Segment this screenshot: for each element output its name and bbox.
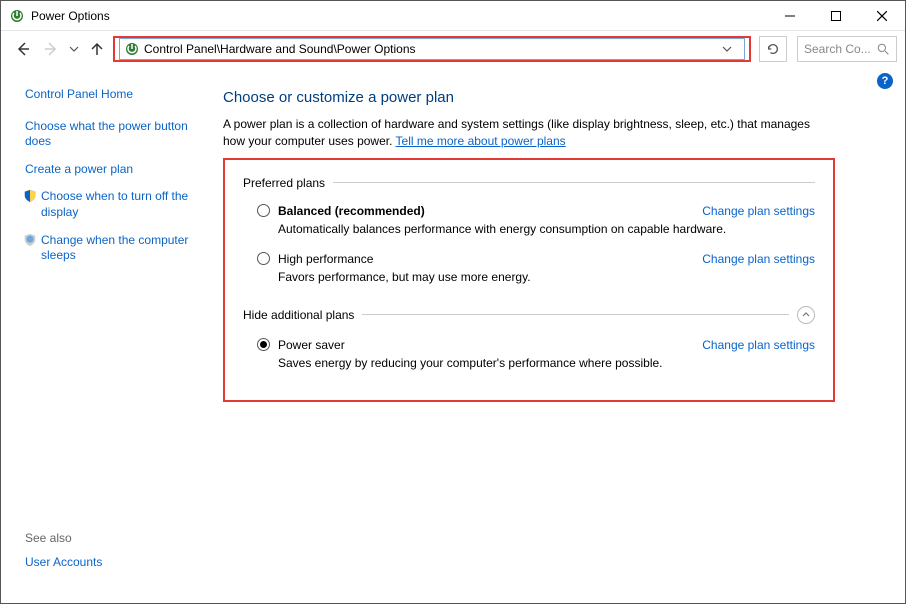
radio-balanced[interactable] bbox=[257, 204, 270, 217]
sidebar-link-turn-off-display[interactable]: Choose when to turn off the display bbox=[41, 189, 199, 220]
power-options-icon bbox=[9, 8, 25, 24]
recent-locations-dropdown[interactable] bbox=[67, 37, 81, 61]
plan-name-power-saver: Power saver bbox=[278, 338, 345, 352]
search-icon bbox=[877, 43, 890, 56]
change-settings-power-saver[interactable]: Change plan settings bbox=[702, 338, 815, 352]
close-button[interactable] bbox=[859, 1, 905, 31]
sidebar-link-computer-sleeps[interactable]: Change when the computer sleeps bbox=[41, 233, 199, 264]
shield-icon bbox=[23, 233, 37, 247]
change-settings-high-performance[interactable]: Change plan settings bbox=[702, 252, 815, 266]
plan-name-high-performance: High performance bbox=[278, 252, 373, 266]
sidebar-link-power-button[interactable]: Choose what the power button does bbox=[25, 119, 199, 150]
change-settings-balanced[interactable]: Change plan settings bbox=[702, 204, 815, 218]
address-path: Control Panel\Hardware and Sound\Power O… bbox=[144, 42, 722, 56]
intro-text: A power plan is a collection of hardware… bbox=[223, 116, 813, 150]
radio-high-performance[interactable] bbox=[257, 252, 270, 265]
page-heading: Choose or customize a power plan bbox=[223, 89, 857, 106]
sidebar: Control Panel Home Choose what the power… bbox=[1, 69, 211, 603]
plan-name-balanced: Balanced (recommended) bbox=[278, 204, 425, 218]
plan-power-saver: Power saver Change plan settings Saves e… bbox=[243, 334, 815, 382]
power-options-icon bbox=[124, 41, 140, 57]
nav-row: Control Panel\Hardware and Sound\Power O… bbox=[1, 31, 905, 67]
address-bar[interactable]: Control Panel\Hardware and Sound\Power O… bbox=[119, 38, 745, 60]
minimize-button[interactable] bbox=[767, 1, 813, 31]
up-button[interactable] bbox=[85, 37, 109, 61]
tell-me-more-link[interactable]: Tell me more about power plans bbox=[396, 134, 566, 148]
sidebar-link-create-plan[interactable]: Create a power plan bbox=[25, 162, 133, 178]
plan-balanced: Balanced (recommended) Change plan setti… bbox=[243, 200, 815, 248]
collapse-additional-button[interactable] bbox=[797, 306, 815, 324]
radio-power-saver[interactable] bbox=[257, 338, 270, 351]
plan-high-performance: High performance Change plan settings Fa… bbox=[243, 248, 815, 296]
plans-highlight-box: Preferred plans Balanced (recommended) C… bbox=[223, 158, 835, 402]
see-also-label: See also bbox=[25, 531, 199, 545]
see-also-user-accounts[interactable]: User Accounts bbox=[25, 555, 199, 571]
forward-button[interactable] bbox=[39, 37, 63, 61]
search-input[interactable]: Search Co... bbox=[797, 36, 897, 62]
plan-desc-power-saver: Saves energy by reducing your computer's… bbox=[278, 356, 815, 370]
hide-additional-title: Hide additional plans bbox=[243, 308, 354, 322]
back-button[interactable] bbox=[11, 37, 35, 61]
section-divider bbox=[333, 182, 815, 183]
section-divider bbox=[362, 314, 789, 315]
content-area: Choose or customize a power plan A power… bbox=[211, 69, 905, 603]
maximize-button[interactable] bbox=[813, 1, 859, 31]
address-dropdown-icon[interactable] bbox=[722, 44, 740, 54]
plan-desc-high-performance: Favors performance, but may use more ene… bbox=[278, 270, 815, 284]
titlebar: Power Options bbox=[1, 1, 905, 31]
control-panel-home-link[interactable]: Control Panel Home bbox=[25, 87, 199, 103]
shield-icon bbox=[23, 189, 37, 203]
refresh-button[interactable] bbox=[759, 36, 787, 62]
preferred-plans-title: Preferred plans bbox=[243, 176, 325, 190]
plan-desc-balanced: Automatically balances performance with … bbox=[278, 222, 815, 236]
address-bar-highlight: Control Panel\Hardware and Sound\Power O… bbox=[113, 36, 751, 62]
search-placeholder: Search Co... bbox=[804, 42, 871, 56]
window-title: Power Options bbox=[31, 9, 110, 23]
